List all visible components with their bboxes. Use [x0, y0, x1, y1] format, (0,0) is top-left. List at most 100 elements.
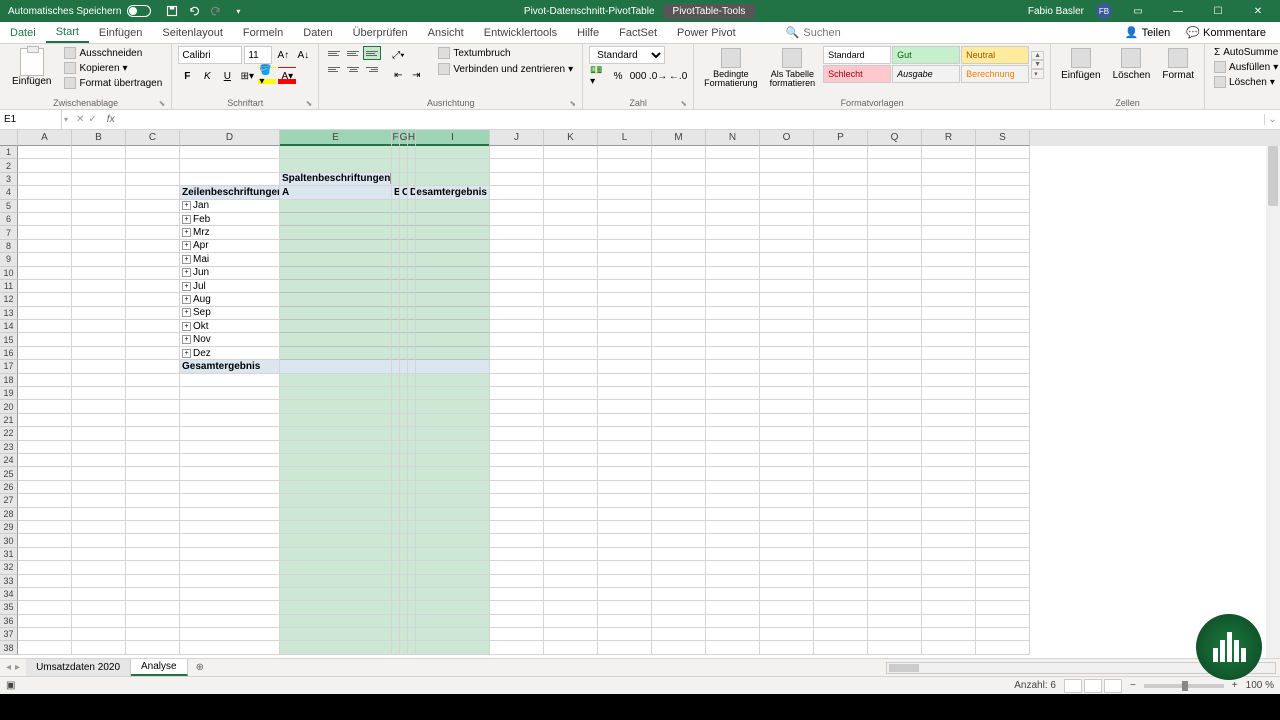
- cell[interactable]: [126, 548, 180, 561]
- add-sheet-button[interactable]: ⊕: [188, 662, 212, 673]
- cell[interactable]: [400, 146, 408, 159]
- cell[interactable]: [868, 374, 922, 387]
- cell[interactable]: [598, 494, 652, 507]
- cell[interactable]: [490, 293, 544, 306]
- cell[interactable]: [706, 481, 760, 494]
- cell[interactable]: [416, 200, 490, 213]
- cell[interactable]: [416, 159, 490, 172]
- cell[interactable]: [598, 427, 652, 440]
- cell[interactable]: +Feb: [180, 213, 280, 226]
- cell[interactable]: [126, 307, 180, 320]
- record-macro-icon[interactable]: ▣: [6, 680, 18, 691]
- cell[interactable]: [408, 441, 416, 454]
- delete-cells-button[interactable]: Löschen: [1109, 46, 1155, 83]
- cell[interactable]: [280, 226, 392, 239]
- cell[interactable]: [814, 173, 868, 186]
- align-center-icon[interactable]: [344, 62, 362, 76]
- cell[interactable]: [392, 226, 400, 239]
- cell[interactable]: [126, 159, 180, 172]
- cell[interactable]: [868, 615, 922, 628]
- cell[interactable]: [922, 347, 976, 360]
- page-break-view-icon[interactable]: [1104, 679, 1122, 693]
- cell[interactable]: [814, 467, 868, 480]
- cell[interactable]: [280, 400, 392, 413]
- cell[interactable]: [400, 454, 408, 467]
- cell[interactable]: [490, 146, 544, 159]
- cell[interactable]: [72, 588, 126, 601]
- cell[interactable]: [392, 588, 400, 601]
- cell[interactable]: [922, 601, 976, 614]
- cell[interactable]: [126, 320, 180, 333]
- cell[interactable]: [180, 441, 280, 454]
- cell[interactable]: [598, 226, 652, 239]
- cell[interactable]: [408, 521, 416, 534]
- cell[interactable]: [126, 615, 180, 628]
- cell[interactable]: +Okt: [180, 320, 280, 333]
- cell[interactable]: [598, 280, 652, 293]
- cell[interactable]: [544, 575, 598, 588]
- contextual-tab[interactable]: PivotTable-Tools: [663, 4, 756, 19]
- cell[interactable]: [18, 454, 72, 467]
- cell[interactable]: [814, 159, 868, 172]
- cell[interactable]: [400, 467, 408, 480]
- cell[interactable]: [760, 427, 814, 440]
- cell[interactable]: [922, 360, 976, 373]
- column-header[interactable]: E: [280, 130, 392, 146]
- worksheet-grid[interactable]: ABCDEFGHIJKLMNOPQRS 123Spaltenbeschriftu…: [0, 130, 1280, 658]
- cell[interactable]: [280, 508, 392, 521]
- cell[interactable]: [490, 534, 544, 547]
- row-header[interactable]: 24: [0, 454, 18, 467]
- cell[interactable]: [72, 253, 126, 266]
- expand-collapse-icon[interactable]: +: [182, 255, 191, 264]
- cell[interactable]: [922, 561, 976, 574]
- cell[interactable]: [976, 320, 1030, 333]
- cell[interactable]: [976, 575, 1030, 588]
- cell[interactable]: [598, 146, 652, 159]
- cell[interactable]: [400, 414, 408, 427]
- cell[interactable]: [976, 226, 1030, 239]
- cell[interactable]: [868, 333, 922, 346]
- align-middle-icon[interactable]: [344, 46, 362, 60]
- row-header[interactable]: 12: [0, 293, 18, 306]
- cell[interactable]: [922, 307, 976, 320]
- cell[interactable]: [400, 360, 408, 373]
- cell[interactable]: [814, 534, 868, 547]
- cell[interactable]: [280, 414, 392, 427]
- cell[interactable]: +Mai: [180, 253, 280, 266]
- align-left-icon[interactable]: [325, 62, 343, 76]
- row-header[interactable]: 7: [0, 226, 18, 239]
- cell[interactable]: [598, 641, 652, 654]
- cell[interactable]: [868, 387, 922, 400]
- cell[interactable]: [18, 414, 72, 427]
- cell[interactable]: [868, 320, 922, 333]
- cell[interactable]: [280, 200, 392, 213]
- cell[interactable]: [868, 494, 922, 507]
- cell[interactable]: [416, 173, 490, 186]
- cell[interactable]: [72, 400, 126, 413]
- cell[interactable]: [280, 561, 392, 574]
- cell[interactable]: [706, 226, 760, 239]
- cell[interactable]: [814, 427, 868, 440]
- cell[interactable]: [922, 333, 976, 346]
- cell[interactable]: [706, 400, 760, 413]
- cell[interactable]: Zeilenbeschriftungen▼: [180, 186, 280, 199]
- tab-developer[interactable]: Entwicklertools: [474, 22, 567, 43]
- cell[interactable]: [416, 575, 490, 588]
- cell[interactable]: [922, 575, 976, 588]
- cell[interactable]: [392, 467, 400, 480]
- dialog-launcher-icon[interactable]: ⬊: [306, 99, 313, 108]
- cell[interactable]: [408, 213, 416, 226]
- cell[interactable]: [392, 534, 400, 547]
- cell[interactable]: [280, 333, 392, 346]
- zoom-slider[interactable]: [1144, 684, 1224, 688]
- cell[interactable]: [416, 240, 490, 253]
- cell[interactable]: [922, 146, 976, 159]
- wrap-text-button[interactable]: Textumbruch: [435, 46, 576, 60]
- autosave-toggle[interactable]: Automatisches Speichern: [0, 5, 159, 17]
- cell[interactable]: [400, 213, 408, 226]
- cell[interactable]: [544, 615, 598, 628]
- cell[interactable]: [868, 213, 922, 226]
- cell[interactable]: [652, 226, 706, 239]
- cell[interactable]: [408, 280, 416, 293]
- cell[interactable]: [706, 293, 760, 306]
